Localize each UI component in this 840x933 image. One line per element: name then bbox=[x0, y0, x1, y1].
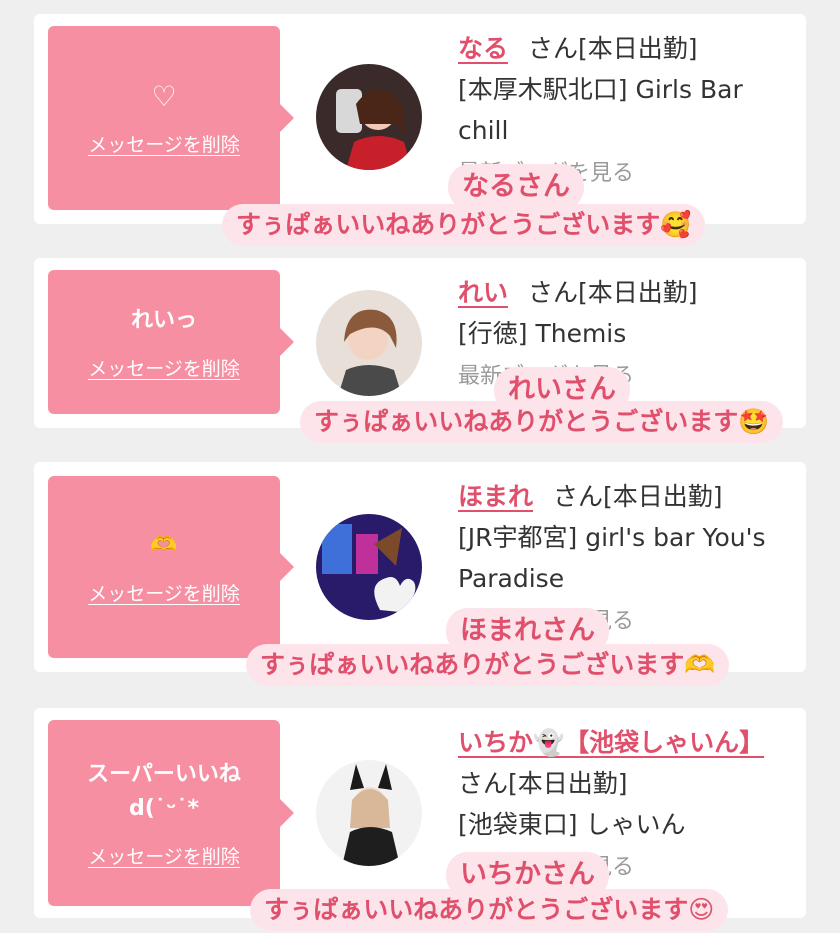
cast-status: さん[本日出勤] bbox=[528, 34, 698, 63]
caption-thanks: すぅぱぁいいねありがとうございます🫶 bbox=[246, 644, 730, 686]
message-text: れいっ bbox=[130, 307, 197, 333]
message-text: 🫶 bbox=[150, 532, 178, 558]
delete-message-link[interactable]: メッセージを削除 bbox=[88, 354, 240, 381]
delete-message-link[interactable]: メッセージを削除 bbox=[88, 842, 240, 869]
delete-message-link[interactable]: メッセージを削除 bbox=[88, 130, 240, 157]
avatar[interactable] bbox=[316, 760, 422, 866]
message-text: スーパーいいね d(˙ᵕ˙* bbox=[87, 761, 241, 821]
cast-name-link[interactable]: れい bbox=[458, 278, 508, 307]
cast-status: さん[本日出勤] bbox=[553, 482, 723, 511]
cast-status: さん[本日出勤] bbox=[528, 278, 698, 307]
cast-status: さん[本日出勤] bbox=[458, 769, 628, 798]
caption-thanks: すぅぱぁいいねありがとうございます🥰 bbox=[222, 204, 706, 246]
message-card: 🫶 メッセージを削除 ほまれ さん[本日出勤] [JR宇都宮] girl's ba… bbox=[34, 462, 806, 672]
cast-name-link[interactable]: いちか👻【池袋しゃいん】 bbox=[458, 728, 764, 757]
caption-thanks: すぅぱぁいいねありがとうございます😍 bbox=[250, 889, 729, 931]
shop-name[interactable]: [行徳] Themis bbox=[458, 319, 626, 348]
message-card: スーパーいいね d(˙ᵕ˙* メッセージを削除 いちか👻【池袋しゃいん】さん[本… bbox=[34, 708, 806, 918]
cast-name-link[interactable]: ほまれ bbox=[458, 482, 533, 511]
caption-thanks: すぅぱぁいいねありがとうございます🤩 bbox=[300, 401, 784, 443]
shop-name[interactable]: [池袋東口] しゃいん bbox=[458, 810, 685, 839]
avatar[interactable] bbox=[316, 290, 422, 396]
message-text: ♡ bbox=[151, 79, 177, 113]
message-bubble: スーパーいいね d(˙ᵕ˙* メッセージを削除 bbox=[48, 720, 294, 906]
shop-name[interactable]: [本厚木駅北口] Girls Bar chill bbox=[458, 75, 743, 145]
delete-message-link[interactable]: メッセージを削除 bbox=[88, 579, 240, 606]
message-bubble: 🫶 メッセージを削除 bbox=[48, 476, 294, 658]
message-bubble: ♡ メッセージを削除 bbox=[48, 26, 294, 210]
avatar[interactable] bbox=[316, 64, 422, 170]
shop-name[interactable]: [JR宇都宮] girl's bar You's Paradise bbox=[458, 523, 765, 593]
cast-name-link[interactable]: なる bbox=[458, 34, 508, 63]
message-bubble: れいっ メッセージを削除 bbox=[48, 270, 294, 414]
avatar[interactable] bbox=[316, 514, 422, 620]
message-card: ♡ メッセージを削除 なる さん[本日出勤] [本厚木駅北口] Girls Bar… bbox=[34, 14, 806, 224]
